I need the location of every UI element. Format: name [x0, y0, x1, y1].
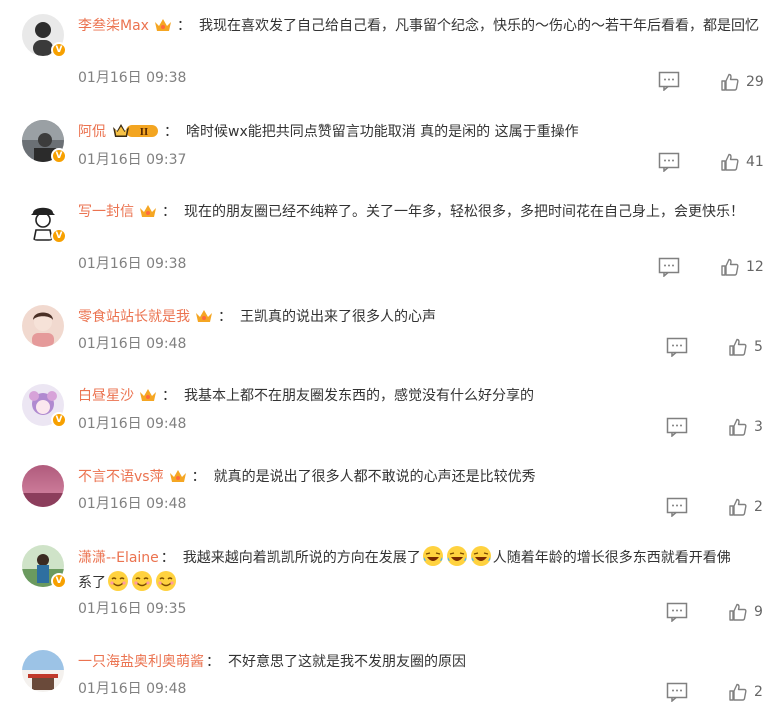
username-link[interactable]: 不言不语vs萍 [78, 469, 164, 485]
like-count: 2 [754, 499, 763, 515]
thumbs-up-icon [729, 498, 747, 516]
like-button[interactable]: 9 [728, 601, 763, 623]
username-link[interactable]: 零食站站长就是我 [78, 309, 190, 325]
comment-list: V 李叁柒Max：我现在喜欢发了自己给自己看，凡事留个纪念，快乐的～伤心的～若干… [0, 0, 782, 710]
comment-content: 我现在喜欢发了自己给自己看，凡事留个纪念，快乐的～伤心的～若干年后看看，都是回忆 [198, 18, 759, 34]
reply-comment-icon[interactable] [666, 497, 688, 517]
laughing-tears-emoji-icon [446, 546, 467, 566]
like-count: 5 [754, 339, 763, 355]
avatar[interactable]: V [22, 384, 67, 428]
avatar[interactable]: V [22, 200, 67, 244]
svg-text:II: II [140, 128, 148, 138]
member-crown-icon [196, 310, 212, 322]
comment-content-cont: 人随着年龄的增长很多东西就看开看佛 [492, 550, 731, 566]
comment-time: 01月16日 09:48 [78, 416, 187, 432]
vip-level-badge-icon: II [113, 124, 158, 138]
like-button[interactable]: 2 [728, 681, 763, 703]
username-link[interactable]: 一只海盐奥利奥萌酱 [78, 654, 204, 670]
reply-comment-icon[interactable] [666, 682, 688, 702]
username-link[interactable]: 潇潇--Elaine [78, 550, 159, 566]
laughing-tears-emoji-icon [422, 546, 443, 566]
smile-emoji-icon [132, 571, 152, 591]
comment-content: 我越来越向着凯凯所说的方向在发展了 [182, 550, 421, 566]
thumbs-up-icon [721, 153, 739, 171]
reply-comment-icon[interactable] [666, 337, 688, 357]
thumbs-up-icon [721, 258, 739, 276]
reply-comment-icon[interactable] [666, 602, 688, 622]
avatar[interactable] [22, 650, 64, 692]
verified-badge-icon: V [51, 228, 67, 244]
comment-content: 不好意思了这就是我不发朋友圈的原因 [228, 654, 466, 670]
thumbs-up-icon [729, 603, 747, 621]
laughing-tears-emoji-icon [470, 546, 491, 566]
comment-time: 01月16日 09:35 [78, 601, 187, 617]
thumbs-up-icon [729, 418, 747, 436]
verified-badge-icon: V [51, 42, 67, 58]
like-count: 3 [754, 419, 763, 435]
comment-text-block: 不言不语vs萍：就真的是说出了很多人都不敢说的心声还是比较优秀 [78, 469, 536, 485]
reply-comment-icon[interactable] [658, 152, 680, 172]
member-crown-icon [140, 205, 156, 217]
verified-badge-icon: V [51, 148, 67, 164]
like-button[interactable]: 12 [720, 256, 764, 278]
verified-badge-icon: V [51, 573, 67, 589]
username-link[interactable]: 李叁柒Max [78, 18, 149, 34]
comment-text-block: 李叁柒Max：我现在喜欢发了自己给自己看，凡事留个纪念，快乐的～伤心的～若干年后… [78, 18, 759, 34]
smile-emoji-icon [156, 571, 176, 591]
comment-text-block: 零食站站长就是我：王凯真的说出来了很多人的心声 [78, 309, 436, 325]
like-button[interactable]: 3 [728, 416, 763, 438]
avatar[interactable]: V [22, 120, 67, 164]
comment-content: 就真的是说出了很多人都不敢说的心声还是比较优秀 [213, 469, 536, 485]
smile-emoji-icon [108, 571, 128, 591]
member-crown-icon [169, 470, 186, 482]
like-count: 41 [746, 154, 764, 170]
verified-badge-icon: V [51, 412, 67, 428]
comment-content: 现在的朋友圈已经不纯粹了。关了一年多，轻松很多，多把时间花在自己身上，会更快乐！ [184, 204, 744, 220]
comment-text-block: 潇潇--Elaine：我越来越向着凯凯所说的方向在发展了 人随着年龄的增长很多东西… [78, 545, 768, 595]
thumbs-up-icon [729, 683, 747, 701]
thumbs-up-icon [721, 73, 739, 91]
comment-text-block: 写一封信：现在的朋友圈已经不纯粹了。关了一年多，轻松很多，多把时间花在自己身上，… [78, 204, 744, 220]
comment-content: 啥时候wx能把共同点赞留言功能取消 真的是闲的 这属于重操作 [186, 124, 579, 140]
comment-text-block: 白昼星沙：我基本上都不在朋友圈发东西的，感觉没有什么好分享的 [78, 388, 534, 404]
comment-time: 01月16日 09:48 [78, 336, 187, 352]
username-link[interactable]: 写一封信 [78, 204, 134, 220]
username-link[interactable]: 白昼星沙 [78, 388, 134, 404]
like-count: 9 [754, 604, 763, 620]
like-count: 12 [746, 259, 764, 275]
comment-text-block: 一只海盐奥利奥萌酱：不好意思了这就是我不发朋友圈的原因 [78, 654, 466, 670]
member-crown-icon [154, 19, 171, 31]
reply-comment-icon[interactable] [658, 71, 680, 91]
like-button[interactable]: 2 [728, 496, 763, 518]
reply-comment-icon[interactable] [658, 257, 680, 277]
thumbs-up-icon [729, 338, 747, 356]
like-count: 29 [746, 74, 764, 90]
avatar[interactable] [22, 465, 64, 507]
avatar[interactable] [22, 305, 64, 347]
comment-text-block: 阿侃 II：啥时候wx能把共同点赞留言功能取消 真的是闲的 这属于重操作 [78, 124, 579, 140]
comment-time: 01月16日 09:48 [78, 496, 187, 512]
comment-time: 01月16日 09:48 [78, 681, 187, 697]
comment-time: 01月16日 09:37 [78, 152, 187, 168]
comment-content: 我基本上都不在朋友圈发东西的，感觉没有什么好分享的 [184, 388, 534, 404]
like-button[interactable]: 41 [720, 151, 764, 173]
comment-time: 01月16日 09:38 [78, 70, 187, 86]
comment-content-line2: 系了 [78, 575, 106, 591]
like-button[interactable]: 29 [720, 71, 764, 93]
username-link[interactable]: 阿侃 [78, 124, 106, 140]
reply-comment-icon[interactable] [666, 417, 688, 437]
comment-time: 01月16日 09:38 [78, 256, 187, 272]
like-count: 2 [754, 684, 763, 700]
comment-content: 王凯真的说出来了很多人的心声 [240, 309, 436, 325]
avatar[interactable]: V [22, 14, 67, 58]
member-crown-icon [140, 389, 156, 401]
like-button[interactable]: 5 [728, 336, 763, 358]
avatar[interactable]: V [22, 545, 67, 589]
